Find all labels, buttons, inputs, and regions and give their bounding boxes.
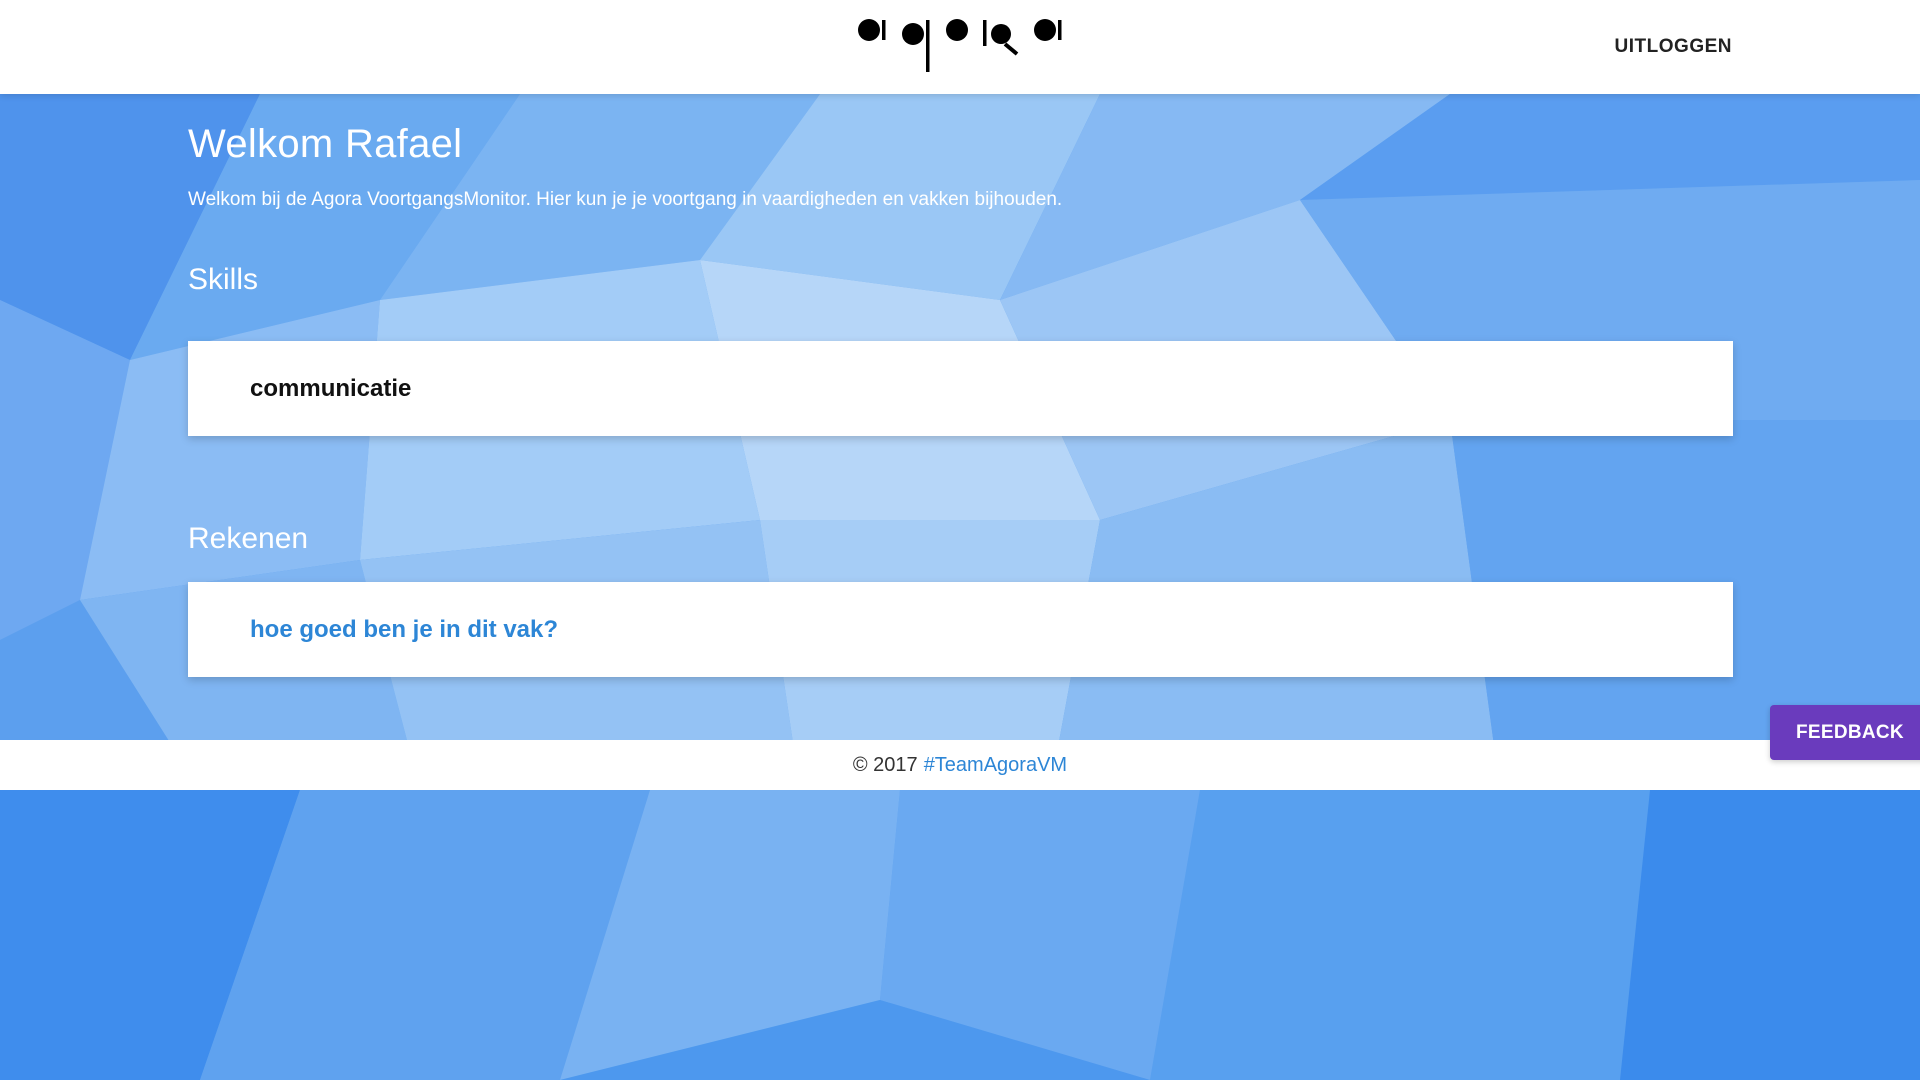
agora-logo-icon[interactable] [855, 16, 1065, 76]
footer: © 2017 #TeamAgoraVM [0, 740, 1920, 790]
copyright-text: © 2017 [852, 753, 918, 776]
main-content: Welkom Rafael Welkom bij de Agora Voortg… [188, 94, 1733, 677]
welcome-description: Welkom bij de Agora VoortgangsMonitor. H… [188, 189, 1063, 210]
skills-heading: Skills [188, 263, 259, 296]
feedback-button[interactable]: FEEDBACK [1770, 705, 1920, 760]
team-hashtag-link[interactable]: #TeamAgoraVM [924, 754, 1067, 777]
welcome-title: Welkom Rafael [188, 122, 463, 166]
rekenen-heading: Rekenen [188, 522, 309, 555]
course-self-assessment-link[interactable]: hoe goed ben je in dit vak? [250, 616, 558, 644]
logout-button[interactable]: UITLOGGEN [1615, 36, 1732, 58]
skill-name: communicatie [250, 374, 412, 402]
rekenen-card: hoe goed ben je in dit vak? [188, 582, 1733, 677]
top-navbar: UITLOGGEN [0, 0, 1920, 94]
skill-card[interactable]: communicatie [188, 341, 1733, 436]
